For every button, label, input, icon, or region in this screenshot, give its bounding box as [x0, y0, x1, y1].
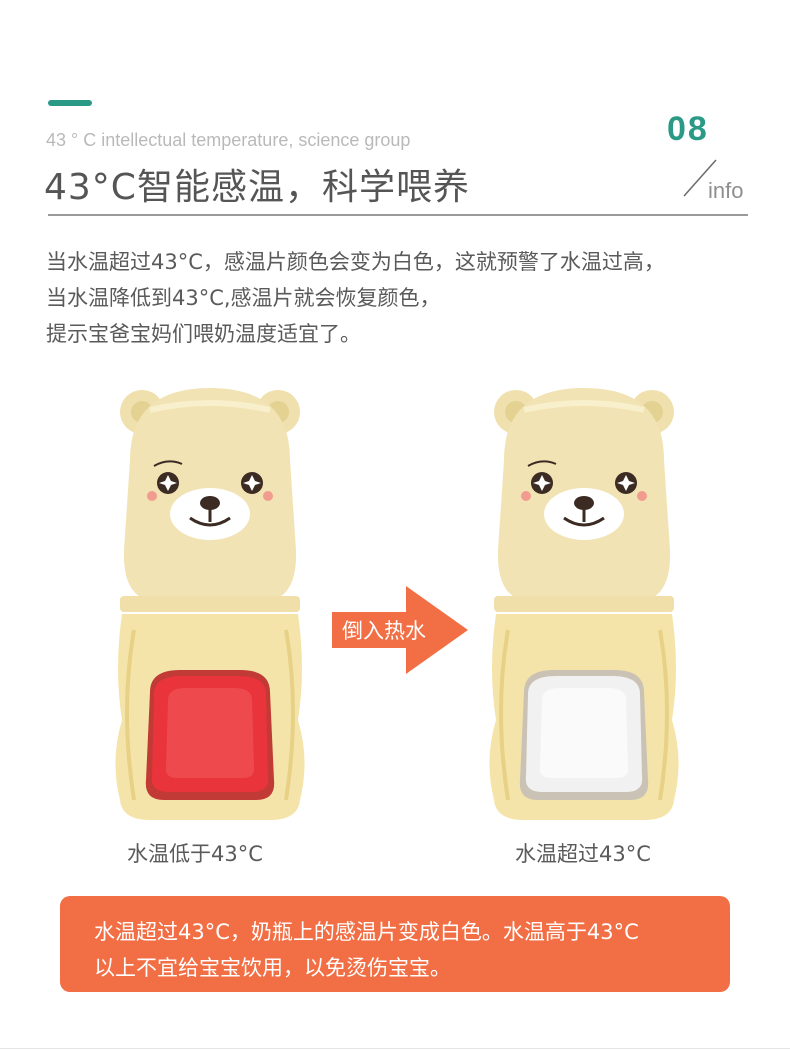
arrow-label: 倒入热水 [342, 619, 426, 643]
info-label: info [708, 178, 744, 203]
description-line: 当水温超过43°C，感温片颜色会变为白色，这就预警了水温过高， [46, 250, 665, 274]
description-line: 提示宝爸宝妈们喂奶温度适宜了。 [46, 322, 361, 346]
note-line: 以上不宜给宝宝饮用，以免烫伤宝宝。 [94, 956, 451, 980]
description: 当水温超过43°C，感温片颜色会变为白色，这就预警了水温过高， 当水温降低到43… [46, 244, 766, 352]
caption-cold: 水温低于43°C [127, 842, 263, 866]
subtitle-english: 43 ° C intellectual temperature, science… [46, 130, 411, 150]
page-title: 43°C智能感温，科学喂养 [44, 167, 470, 208]
note-line: 水温超过43°C，奶瓶上的感温片变成白色。水温高于43°C [94, 920, 639, 944]
caption-hot: 水温超过43°C [515, 842, 651, 866]
footer-divider [0, 1048, 790, 1049]
header-divider [48, 214, 748, 216]
bottle-image-hot [489, 388, 679, 820]
accent-bar [48, 100, 92, 106]
bottle-image-cold [115, 388, 305, 820]
section-number: 08 [667, 110, 709, 148]
description-line: 当水温降低到43°C,感温片就会恢复颜色， [46, 286, 441, 310]
warning-note: 水温超过43°C，奶瓶上的感温片变成白色。水温高于43°C 以上不宜给宝宝饮用，… [60, 896, 730, 992]
